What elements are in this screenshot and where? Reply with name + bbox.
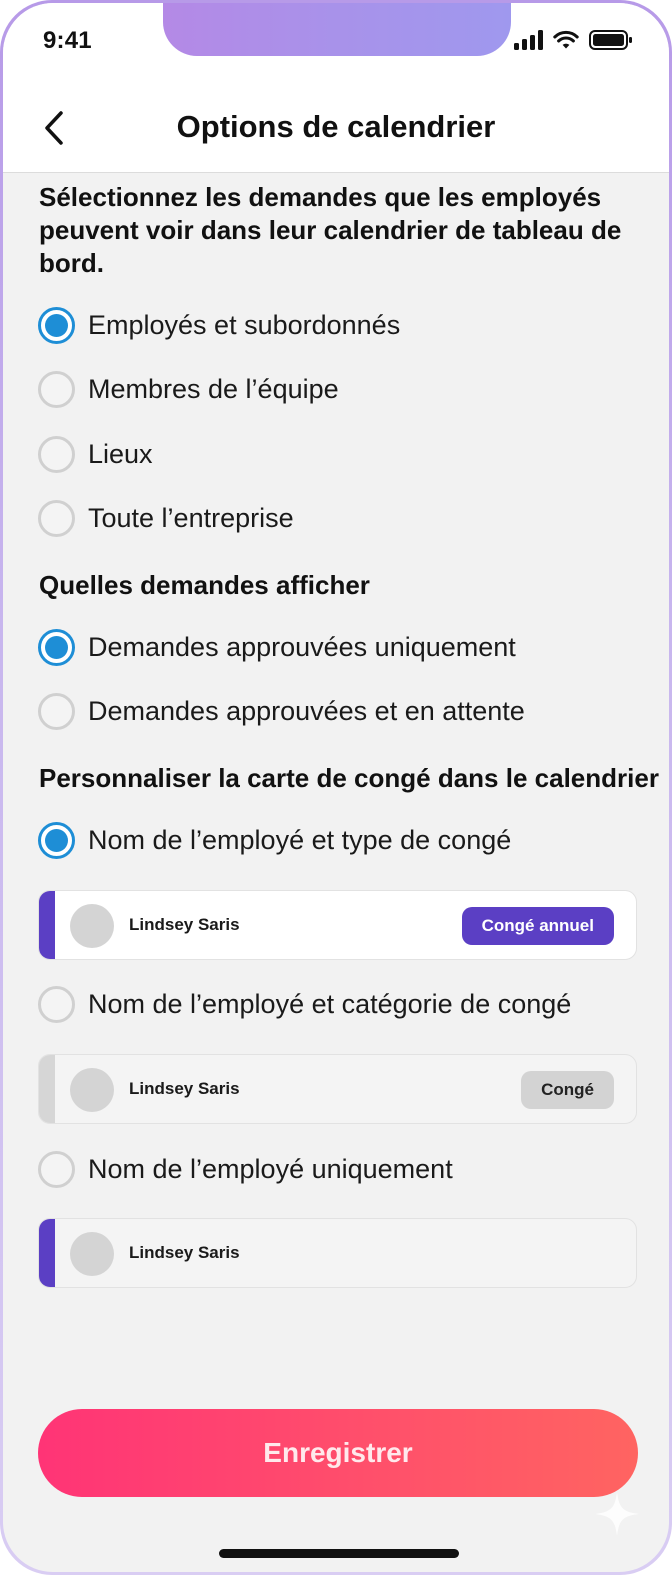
radio-button[interactable] [38,435,75,473]
radio-button[interactable] [38,370,75,408]
status-icons [514,29,633,51]
visibility-section-title: Sélectionnez les demandes que les employ… [39,182,622,278]
option-label: Lieux [88,438,153,469]
radio-button[interactable] [38,985,75,1023]
status-time: 9:41 [43,27,92,54]
screen: 9:41 Options de calendrier Sélectionnez … [3,3,669,1572]
leave-card-preview-name-only: Lindsey Saris [38,1218,637,1288]
option-name-and-type[interactable]: Nom de l’employé et type de congé [38,820,511,860]
radio-button[interactable] [38,821,75,859]
signal-icon [514,30,543,50]
dynamic-island [163,3,511,56]
phone-frame: 9:41 Options de calendrier Sélectionnez … [0,0,672,1575]
page-title: Options de calendrier [176,109,496,144]
card-stripe [39,1219,55,1287]
wifi-icon [553,30,579,49]
option-label: Nom de l’employé uniquement [88,1153,453,1184]
avatar [70,1232,114,1276]
status-bar: 9:41 [3,3,669,83]
option-approved-and-pending[interactable]: Demandes approuvées et en attente [38,691,525,731]
option-label: Employés et subordonnés [88,309,401,340]
avatar [70,904,114,948]
requests-section-title: Quelles demandes afficher [39,570,370,600]
battery-icon [589,30,632,50]
radio-button[interactable] [38,628,75,666]
option-locations[interactable]: Lieux [38,434,153,474]
option-label: Toute l’entreprise [88,502,294,533]
leave-card-preview-category: Lindsey Saris Congé [38,1054,637,1124]
leave-card-preview-type: Lindsey Saris Congé annuel [38,890,637,960]
radio-button[interactable] [38,692,75,730]
leave-category-badge: Congé [521,1071,614,1109]
option-employees-subordinates[interactable]: Employés et subordonnés [38,305,400,345]
option-label: Membres de l’équipe [88,373,339,404]
card-stripe [39,1055,55,1123]
employee-name: Lindsey Saris [129,915,240,934]
option-name-only[interactable]: Nom de l’employé uniquement [38,1149,453,1189]
option-approved-only[interactable]: Demandes approuvées uniquement [38,627,516,667]
home-indicator[interactable] [219,1549,459,1558]
save-button[interactable]: Enregistrer [38,1409,638,1497]
avatar [70,1068,114,1112]
option-label: Nom de l’employé et type de congé [88,824,512,855]
option-label: Nom de l’employé et catégorie de congé [88,988,572,1019]
card-stripe [39,891,55,959]
option-label: Demandes approuvées uniquement [88,631,516,662]
option-name-and-category[interactable]: Nom de l’employé et catégorie de congé [38,984,571,1024]
radio-button[interactable] [38,306,75,344]
sparkle-icon [595,1492,639,1536]
employee-name: Lindsey Saris [129,1243,240,1262]
option-label: Demandes approuvées et en attente [88,695,525,726]
radio-button[interactable] [38,499,75,537]
radio-button[interactable] [38,1150,75,1188]
option-team-members[interactable]: Membres de l’équipe [38,369,339,409]
leave-type-badge: Congé annuel [461,907,614,945]
option-whole-company[interactable]: Toute l’entreprise [38,498,294,538]
card-section-title: Personnaliser la carte de congé dans le … [39,763,659,793]
nav-header: Options de calendrier [3,83,669,173]
employee-name: Lindsey Saris [129,1079,240,1098]
